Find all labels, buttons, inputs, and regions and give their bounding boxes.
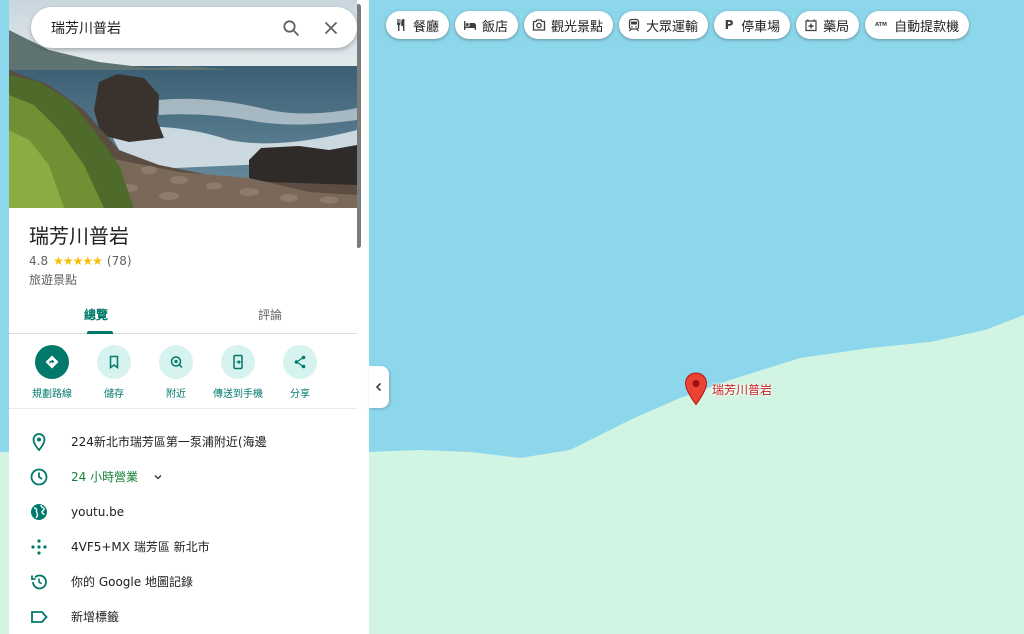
chip-atm[interactable]: ATM 自動提款機 bbox=[865, 11, 970, 39]
search-input[interactable]: 瑞芳川普岩 bbox=[51, 18, 265, 38]
send-to-phone-icon bbox=[221, 345, 255, 379]
restaurant-icon bbox=[394, 18, 408, 32]
chip-attractions[interactable]: 觀光景點 bbox=[524, 11, 614, 39]
directions-button[interactable]: 規劃路線 bbox=[21, 345, 83, 400]
chip-transit[interactable]: 大眾運輸 bbox=[619, 11, 709, 39]
action-label: 儲存 bbox=[104, 389, 124, 400]
place-tabs: 總覽 評論 bbox=[9, 296, 357, 334]
chip-label: 自動提款機 bbox=[894, 19, 960, 35]
plus-code-row[interactable]: 4VF5+MX 瑞芳區 新北市 bbox=[9, 529, 357, 564]
action-label: 分享 bbox=[290, 389, 310, 400]
chip-parking[interactable]: P 停車場 bbox=[714, 11, 791, 39]
place-panel: 瑞芳川普岩 瑞芳川普岩 4.8 ★★★★★ (78) 旅遊景點 總覽 評論 規劃… bbox=[9, 0, 357, 634]
nearby-icon bbox=[159, 345, 193, 379]
tab-overview[interactable]: 總覽 bbox=[9, 296, 183, 334]
place-title: 瑞芳川普岩 bbox=[29, 224, 129, 248]
divider bbox=[9, 408, 357, 409]
parking-icon: P bbox=[724, 18, 734, 32]
history-text: 你的 Google 地圖記錄 bbox=[71, 575, 193, 589]
website-link[interactable]: youtu.be bbox=[71, 505, 124, 519]
bookmark-icon bbox=[97, 345, 131, 379]
star-rating-icon: ★★★★★ bbox=[53, 254, 103, 268]
chip-label: 大眾運輸 bbox=[646, 19, 699, 35]
plus-code-icon bbox=[29, 537, 49, 557]
chip-label: 觀光景點 bbox=[551, 19, 604, 35]
pharmacy-icon bbox=[804, 18, 818, 32]
location-pin-icon[interactable] bbox=[684, 372, 708, 406]
atm-icon: ATM bbox=[875, 22, 888, 28]
search-icon[interactable] bbox=[277, 14, 305, 42]
send-to-phone-button[interactable]: 傳送到手機 bbox=[207, 345, 269, 400]
chip-label: 飯店 bbox=[482, 19, 509, 35]
clock-icon bbox=[29, 467, 49, 487]
action-bar: 規劃路線 儲存 附近 傳送到手機 分享 bbox=[21, 345, 331, 400]
action-label: 傳送到手機 bbox=[213, 389, 263, 400]
nearby-button[interactable]: 附近 bbox=[145, 345, 207, 400]
address-text: 224新北市瑞芳區第一泵浦附近(海邊 bbox=[71, 435, 267, 449]
collapse-panel-button[interactable] bbox=[369, 366, 389, 408]
hours-text: 24 小時營業 bbox=[71, 470, 139, 484]
chip-label: 餐廳 bbox=[413, 19, 440, 35]
rating-row[interactable]: 4.8 ★★★★★ (78) bbox=[29, 254, 132, 268]
chip-pharmacy[interactable]: 藥局 bbox=[796, 11, 860, 39]
share-icon bbox=[283, 345, 317, 379]
hours-row[interactable]: 24 小時營業 bbox=[9, 459, 357, 494]
action-label: 附近 bbox=[166, 389, 186, 400]
category-chips: 餐廳 飯店 觀光景點 大眾運輸 P 停車場 藥局 ATM 自動提款機 bbox=[386, 11, 970, 39]
info-list: 224新北市瑞芳區第一泵浦附近(海邊 24 小時營業 youtu.be 4VF5… bbox=[9, 424, 357, 634]
search-box[interactable]: 瑞芳川普岩 bbox=[31, 7, 357, 48]
review-count[interactable]: (78) bbox=[107, 254, 132, 268]
save-button[interactable]: 儲存 bbox=[83, 345, 145, 400]
hotel-icon bbox=[463, 18, 477, 32]
history-icon bbox=[29, 572, 49, 592]
chevron-left-icon bbox=[375, 382, 382, 392]
chip-hotel[interactable]: 飯店 bbox=[455, 11, 519, 39]
plus-code-text: 4VF5+MX 瑞芳區 新北市 bbox=[71, 540, 210, 554]
history-row[interactable]: 你的 Google 地圖記錄 bbox=[9, 564, 357, 599]
action-label: 規劃路線 bbox=[32, 389, 72, 400]
address-row[interactable]: 224新北市瑞芳區第一泵浦附近(海邊 bbox=[9, 424, 357, 459]
chevron-down-icon[interactable] bbox=[152, 471, 164, 483]
add-label-text: 新增標籤 bbox=[71, 610, 120, 624]
label-icon bbox=[29, 607, 49, 627]
close-icon[interactable] bbox=[317, 14, 345, 42]
place-category[interactable]: 旅遊景點 bbox=[29, 271, 77, 288]
chip-restaurant[interactable]: 餐廳 bbox=[386, 11, 450, 39]
website-row[interactable]: youtu.be bbox=[9, 494, 357, 529]
pin-label[interactable]: 瑞芳川普岩 bbox=[712, 381, 772, 398]
add-label-row[interactable]: 新增標籤 bbox=[9, 599, 357, 634]
camera-icon bbox=[532, 18, 546, 32]
chip-label: 藥局 bbox=[823, 19, 850, 35]
location-icon bbox=[29, 432, 49, 452]
transit-icon bbox=[627, 18, 641, 32]
share-button[interactable]: 分享 bbox=[269, 345, 331, 400]
rating-value: 4.8 bbox=[29, 254, 49, 268]
directions-icon bbox=[35, 345, 69, 379]
chip-label: 停車場 bbox=[741, 19, 781, 35]
tab-reviews[interactable]: 評論 bbox=[183, 296, 357, 333]
globe-icon bbox=[29, 502, 49, 522]
